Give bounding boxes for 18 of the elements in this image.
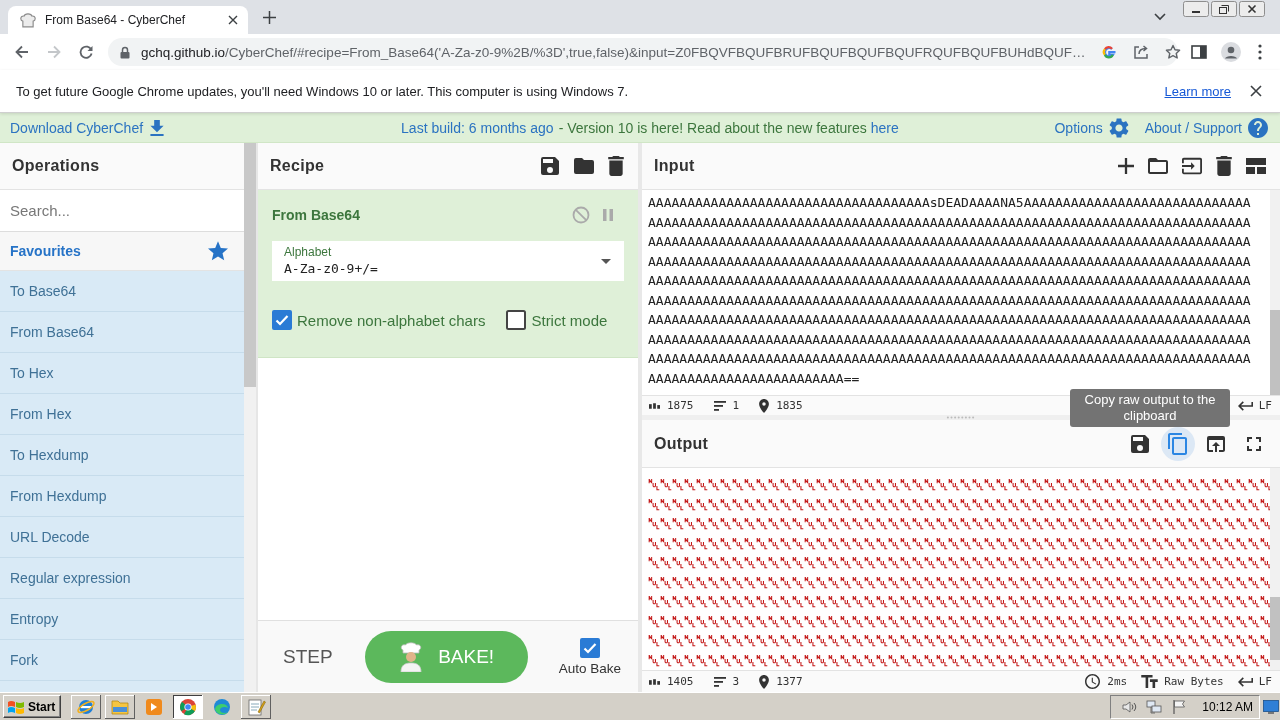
line-count: 1 [732, 399, 740, 412]
character-count: 1405 [667, 675, 694, 688]
line-count: 3 [732, 675, 740, 688]
panel-title: Input [654, 157, 695, 175]
character-count: 1875 [667, 399, 694, 412]
panel-title: Operations [12, 157, 100, 175]
cursor-position: 1835 [776, 399, 803, 412]
infobar-message: To get future Google Chrome updates, you'll need Windows 10 or later. This computer is using Windows 7. [16, 83, 629, 99]
checkbox-label: Remove non-alphabet chars [297, 311, 486, 329]
tooltip: Copy raw output to the clipboard [1070, 389, 1230, 427]
panel-title: Recipe [270, 157, 325, 175]
step-title: From Base64 [272, 207, 361, 223]
checkbox-label: Strict mode [531, 311, 608, 329]
checkbox-label: Auto Bake [558, 660, 621, 676]
version-notice: - Version 10 is here! Read about the new features here [558, 119, 899, 136]
bake-time: 2ms [1107, 675, 1128, 688]
cursor-position: 1377 [776, 675, 803, 688]
panel-title: Output [654, 434, 709, 453]
